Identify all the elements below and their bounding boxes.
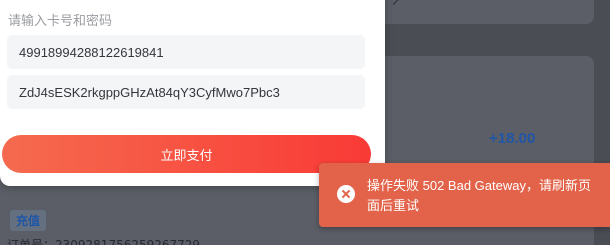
error-toast: 操作失败 502 Bad Gateway，请刷新页面后重试 bbox=[319, 163, 610, 227]
card-password-input[interactable] bbox=[7, 75, 365, 109]
transaction-amount: +18.00 bbox=[489, 130, 536, 147]
pay-now-button[interactable]: 立即支付 bbox=[2, 135, 371, 173]
error-circle-icon bbox=[337, 185, 355, 203]
card-number-input[interactable] bbox=[7, 35, 365, 69]
toast-message: 操作失败 502 Bad Gateway，请刷新页面后重试 bbox=[367, 178, 591, 213]
screen: +18.00 充值 订单号：2309281756259267729 请输入卡号和… bbox=[0, 0, 610, 245]
order-number: 订单号：2309281756259267729 bbox=[7, 238, 201, 245]
card-input-hint: 请输入卡号和密码 bbox=[8, 13, 113, 28]
payment-modal: 请输入卡号和密码 立即支付 bbox=[0, 0, 385, 186]
transaction-type-tag: 充值 bbox=[10, 210, 47, 231]
background-card-top bbox=[372, 0, 594, 24]
